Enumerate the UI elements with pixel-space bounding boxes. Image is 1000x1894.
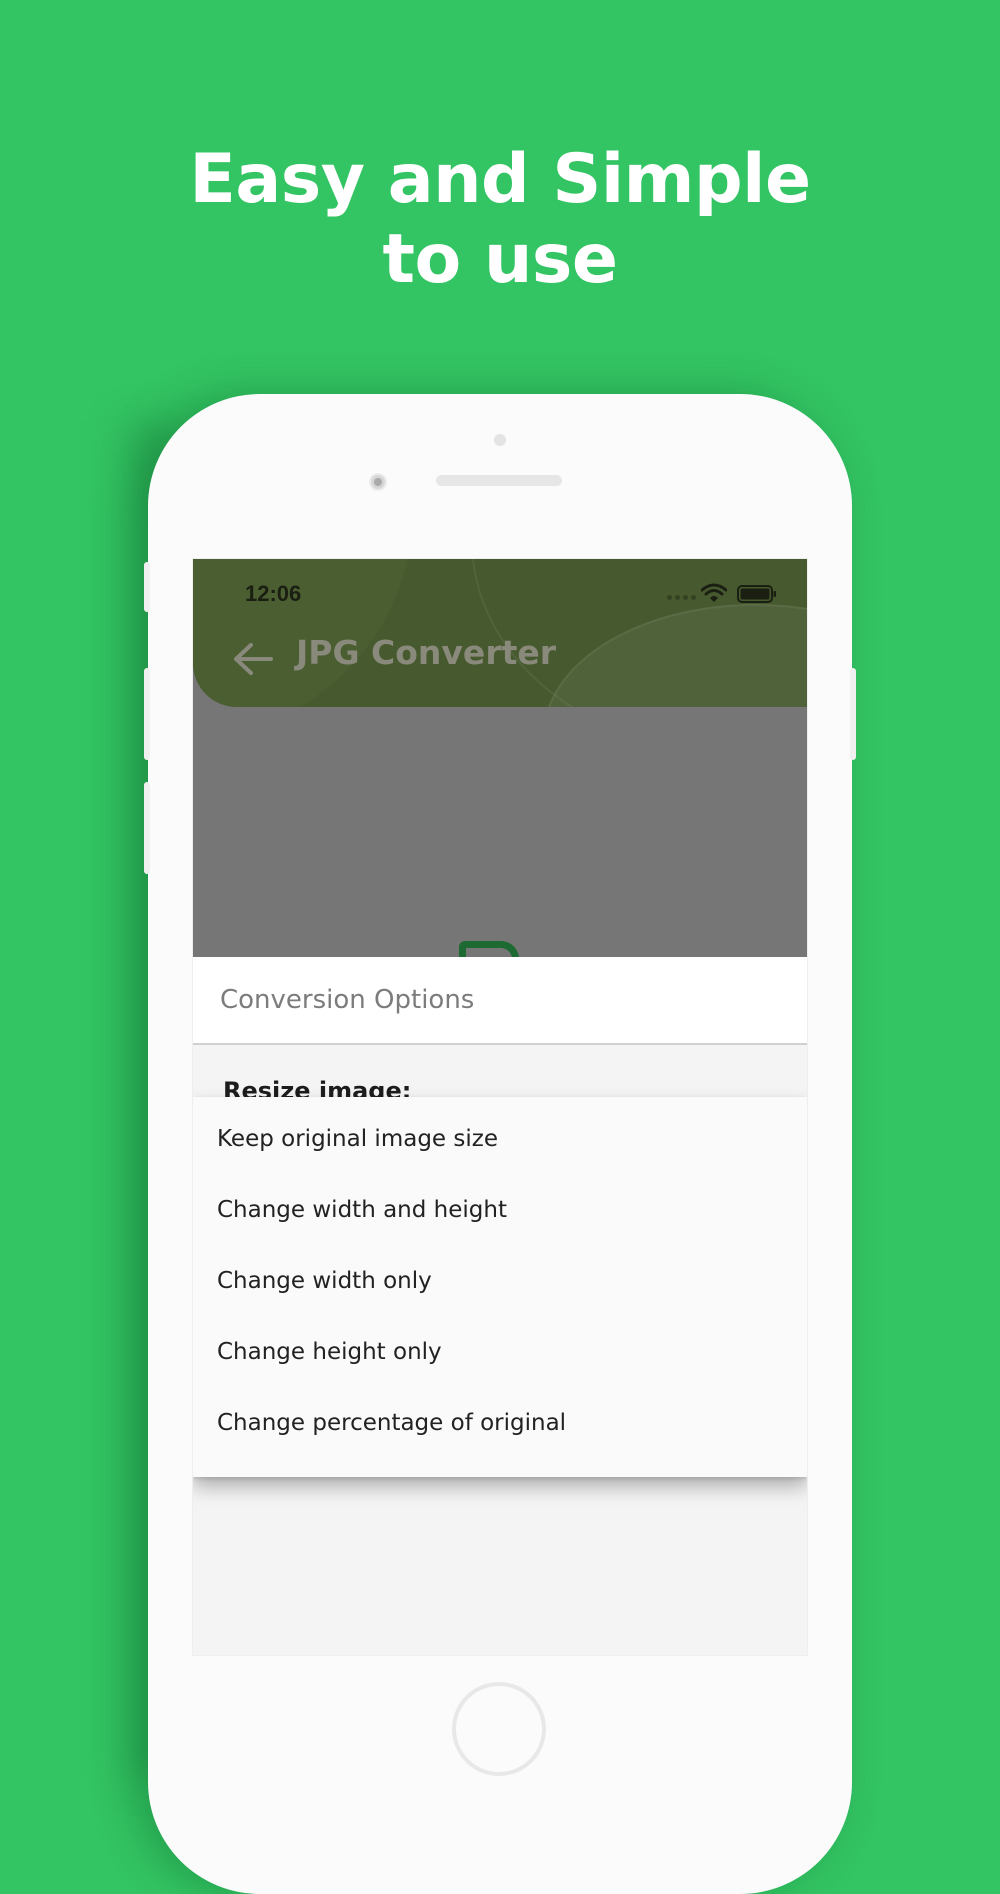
- battery-icon: [737, 585, 776, 603]
- dropdown-item-height-only[interactable]: Change height only: [217, 1332, 442, 1372]
- status-time: 12:06: [245, 581, 302, 606]
- app-screen: 12:06 JPG Converter Conversion Options R…: [193, 559, 807, 1655]
- signal-icon: [667, 595, 696, 600]
- app-bar: 12:06 JPG Converter: [193, 559, 807, 707]
- wifi-icon: [701, 583, 727, 602]
- file-icon: [459, 941, 525, 957]
- headline-line-1: Easy and Simple: [189, 140, 811, 219]
- phone-side-button-silent: [144, 562, 150, 612]
- phone-side-button-power: [850, 668, 856, 760]
- dropdown-item-percentage[interactable]: Change percentage of original: [217, 1403, 566, 1443]
- dropdown-item-width-and-height[interactable]: Change width and height: [217, 1190, 507, 1230]
- phone-side-button-volume-down: [144, 782, 150, 874]
- phone-home-button[interactable]: [452, 1682, 546, 1776]
- dropdown-item-width-only[interactable]: Change width only: [217, 1261, 432, 1301]
- phone-side-button-volume-up: [144, 668, 150, 760]
- headline: Easy and Simple to use: [0, 140, 1000, 300]
- image-preview-overlay: [193, 707, 807, 957]
- conversion-options-header: Conversion Options: [193, 957, 807, 1045]
- conversion-options-title: Conversion Options: [220, 985, 475, 1015]
- dropdown-item-keep-original[interactable]: Keep original image size: [217, 1119, 498, 1159]
- phone-camera: [369, 473, 387, 491]
- phone-sensor: [494, 434, 506, 446]
- phone-speaker: [436, 475, 562, 486]
- headline-line-2: to use: [382, 220, 618, 299]
- resize-options-dropdown: Keep original image size Change width an…: [193, 1097, 807, 1477]
- app-title: JPG Converter: [296, 633, 557, 672]
- back-arrow-icon[interactable]: [231, 641, 275, 677]
